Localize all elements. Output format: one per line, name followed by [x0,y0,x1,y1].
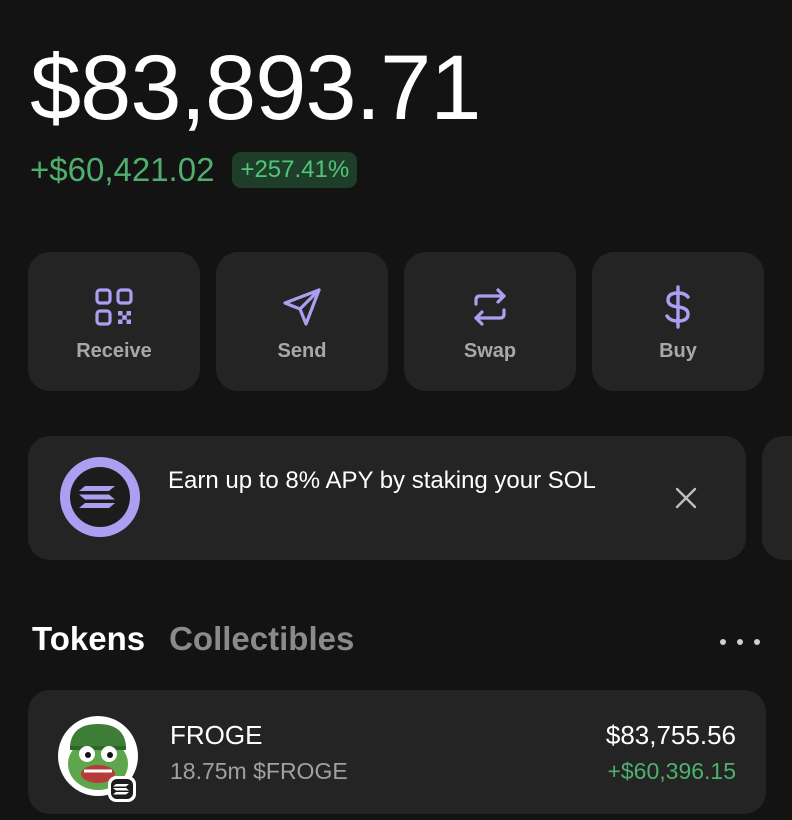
send-label: Send [277,340,327,362]
dollar-icon [655,284,701,330]
close-icon[interactable] [670,482,702,514]
swap-button[interactable]: Swap [404,252,576,391]
tab-tokens[interactable]: Tokens [32,620,145,658]
receive-label: Receive [76,340,152,362]
buy-label: Buy [659,340,697,362]
send-button[interactable]: Send [216,252,388,391]
staking-banner-text: Earn up to 8% APY by staking your SOL [168,467,596,494]
more-horizontal-icon[interactable] [720,632,760,652]
wallet-home: $83,893.71 +$60,421.02 +257.41% Receive [0,0,792,820]
solana-logo-icon [57,454,143,540]
tab-collectibles[interactable]: Collectibles [169,620,354,658]
token-amount: 18.75m $FROGE [170,758,348,784]
asset-tabs: Tokens Collectibles [32,620,354,658]
send-arrow-icon [279,284,325,330]
next-banner-card[interactable] [762,436,792,560]
receive-button[interactable]: Receive [28,252,200,391]
staking-banner[interactable]: Earn up to 8% APY by staking your SOL [28,436,746,560]
froge-token-avatar [56,714,146,804]
token-name: FROGE [170,720,263,750]
token-change: +$60,396.15 [607,758,736,784]
balance-change-row: +$60,421.02 +257.41% [30,150,358,190]
total-balance: $83,893.71 [30,37,481,139]
swap-label: Swap [463,340,517,362]
balance-change-amount: +$60,421.02 [30,151,215,188]
swap-arrows-icon [467,284,513,330]
buy-button[interactable]: Buy [592,252,764,391]
token-value: $83,755.56 [605,720,736,750]
balance-change-percent-badge: +257.41% [232,152,358,188]
token-row[interactable]: FROGE 18.75m $FROGE $83,755.56 +$60,396.… [28,690,766,814]
action-buttons: Receive Send Swap Buy [28,252,764,391]
qr-code-icon [91,284,137,330]
